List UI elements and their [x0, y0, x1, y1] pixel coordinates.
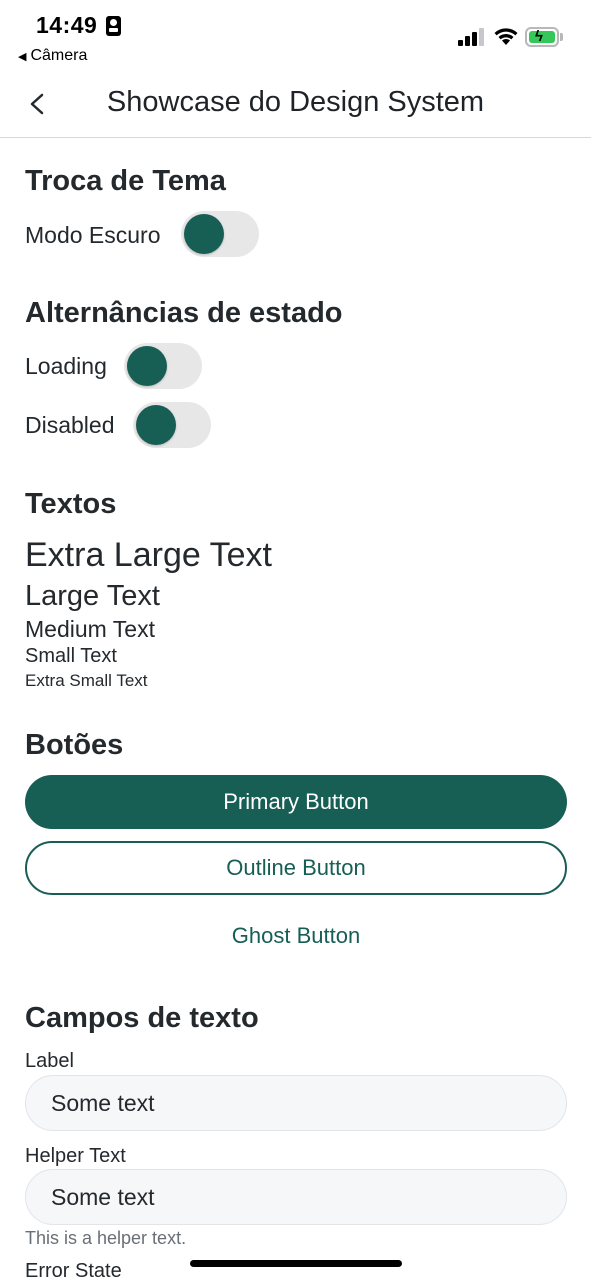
- wifi-icon: [494, 28, 518, 45]
- status-time: 14:49: [36, 12, 98, 38]
- section-title-texts: Textos: [25, 488, 117, 520]
- page-title: Showcase do Design System: [106, 86, 485, 118]
- helper-text-field[interactable]: Some text: [25, 1169, 567, 1225]
- navigation-header: Showcase do Design System: [0, 70, 591, 138]
- field-label: Label: [25, 1050, 74, 1072]
- toggle-knob: [127, 346, 167, 386]
- loading-label: Loading: [25, 353, 107, 379]
- small-text: Small Text: [25, 645, 117, 667]
- extra-small-text: Extra Small Text: [25, 671, 148, 690]
- status-bar: 14:49 ◀ Câmera ϟ: [0, 0, 591, 70]
- dark-mode-toggle[interactable]: [181, 211, 259, 257]
- home-indicator[interactable]: [190, 1260, 402, 1267]
- battery-cap: [560, 33, 563, 41]
- dark-mode-label: Modo Escuro: [25, 222, 161, 248]
- ghost-button[interactable]: Ghost Button: [25, 909, 567, 963]
- section-title-theme: Troca de Tema: [25, 165, 226, 197]
- disabled-label: Disabled: [25, 412, 115, 438]
- text-field[interactable]: Some text: [25, 1075, 567, 1131]
- back-triangle-icon: ◀: [18, 51, 27, 63]
- error-state-label: Error State: [25, 1260, 122, 1280]
- toggle-knob: [184, 214, 224, 254]
- primary-button[interactable]: Primary Button: [25, 775, 567, 829]
- extra-large-text: Extra Large Text: [25, 536, 272, 574]
- disabled-toggle[interactable]: [133, 402, 211, 448]
- section-title-state: Alternâncias de estado: [25, 297, 343, 329]
- id-card-icon: [106, 16, 121, 36]
- back-app-label: Câmera: [30, 47, 88, 64]
- section-title-fields: Campos de texto: [25, 1002, 259, 1034]
- outline-button[interactable]: Outline Button: [25, 841, 567, 895]
- helper-text: This is a helper text.: [25, 1228, 187, 1248]
- toggle-knob: [136, 405, 176, 445]
- helper-field-label: Helper Text: [25, 1145, 126, 1167]
- back-to-app-link[interactable]: ◀ Câmera: [18, 47, 87, 65]
- cellular-signal-icon: [458, 28, 484, 46]
- medium-text: Medium Text: [25, 616, 155, 642]
- large-text: Large Text: [25, 580, 160, 612]
- loading-toggle[interactable]: [124, 343, 202, 389]
- section-title-buttons: Botões: [25, 729, 124, 761]
- battery-icon: ϟ: [525, 27, 559, 47]
